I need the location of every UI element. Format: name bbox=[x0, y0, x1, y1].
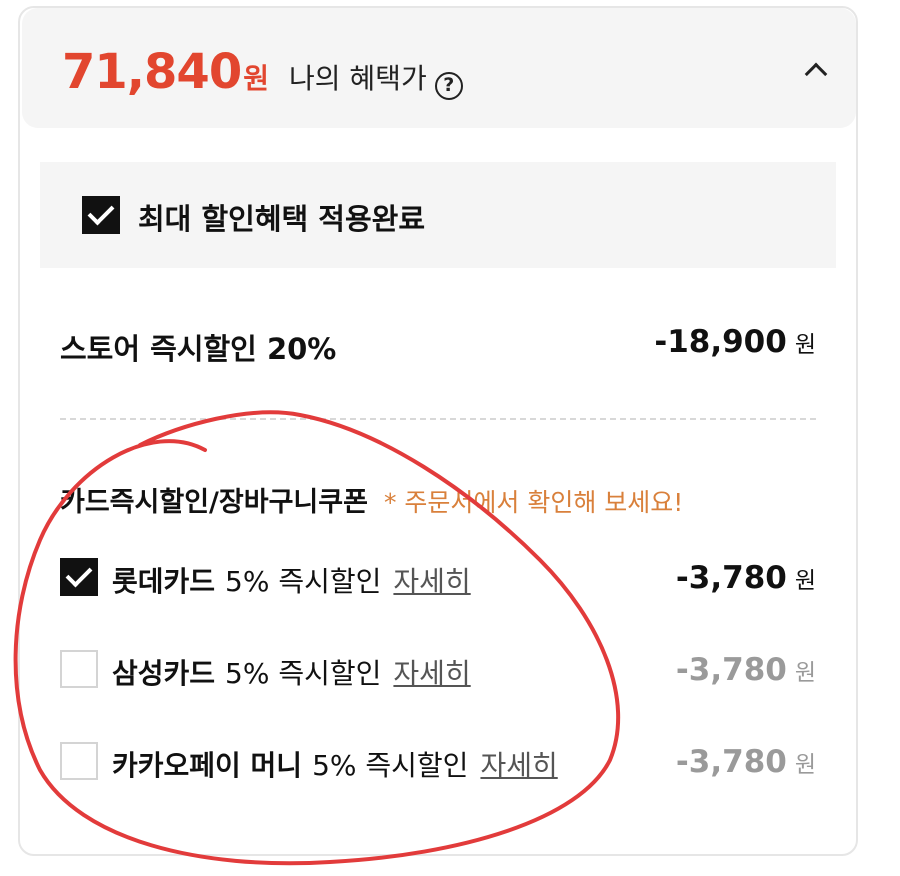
amount-unit: 원 bbox=[794, 568, 816, 594]
card-name: 롯데카드 bbox=[112, 565, 216, 598]
card-discount-amount: -3,780 원 bbox=[676, 744, 816, 780]
amount-value: -3,780 bbox=[675, 652, 787, 688]
price-value: 71,840 bbox=[62, 44, 242, 100]
chevron-up-icon[interactable] bbox=[804, 62, 828, 86]
store-discount-label: 스토어 즉시할인 20% bbox=[60, 332, 337, 366]
price-label: 나의 혜택가 bbox=[289, 62, 427, 95]
benefit-header[interactable]: 71,840 원 나의 혜택가 ? bbox=[22, 8, 856, 128]
store-discount-amount: -18,900 원 bbox=[654, 324, 816, 360]
card-name: 카카오페이 머니 bbox=[112, 749, 303, 782]
amount-unit: 원 bbox=[794, 752, 816, 778]
card-section-note: * 주문서에서 확인해 보세요! bbox=[383, 488, 684, 517]
card-name: 삼성카드 bbox=[112, 657, 216, 690]
card-discount-row: 롯데카드 5% 즉시할인 자세히 bbox=[112, 560, 471, 600]
amount-value: -3,780 bbox=[675, 744, 787, 780]
lotte-card-checkbox[interactable] bbox=[60, 558, 98, 596]
card-desc: 5% 즉시할인 bbox=[225, 657, 382, 690]
section-divider bbox=[60, 418, 816, 420]
store-discount-value: -18,900 bbox=[654, 324, 787, 360]
max-benefit-checkbox[interactable] bbox=[82, 196, 120, 234]
card-discount-amount: -3,780 원 bbox=[676, 560, 816, 596]
detail-link[interactable]: 자세히 bbox=[393, 657, 470, 690]
max-benefit-label: 최대 할인혜택 적용완료 bbox=[138, 202, 425, 236]
card-section-title: 카드즉시할인/장바구니쿠폰 * 주문서에서 확인해 보세요! bbox=[60, 480, 683, 519]
amount-unit: 원 bbox=[794, 660, 816, 686]
card-desc: 5% 즉시할인 bbox=[225, 565, 382, 598]
benefit-price: 71,840 원 나의 혜택가 ? bbox=[62, 44, 463, 100]
benefit-card bbox=[18, 6, 858, 856]
kakaopay-checkbox[interactable] bbox=[60, 742, 98, 780]
price-unit: 원 bbox=[243, 62, 269, 95]
store-discount-unit: 원 bbox=[794, 332, 816, 358]
samsung-card-checkbox[interactable] bbox=[60, 650, 98, 688]
card-discount-amount: -3,780 원 bbox=[676, 652, 816, 688]
card-section-title-text: 카드즉시할인/장바구니쿠폰 bbox=[60, 487, 368, 518]
detail-link[interactable]: 자세히 bbox=[393, 565, 470, 598]
card-desc: 5% 즉시할인 bbox=[312, 749, 469, 782]
card-discount-row: 카카오페이 머니 5% 즉시할인 자세히 bbox=[112, 744, 558, 784]
amount-value: -3,780 bbox=[675, 560, 787, 596]
detail-link[interactable]: 자세히 bbox=[480, 749, 557, 782]
help-icon[interactable]: ? bbox=[434, 72, 463, 100]
card-discount-row: 삼성카드 5% 즉시할인 자세히 bbox=[112, 652, 471, 692]
